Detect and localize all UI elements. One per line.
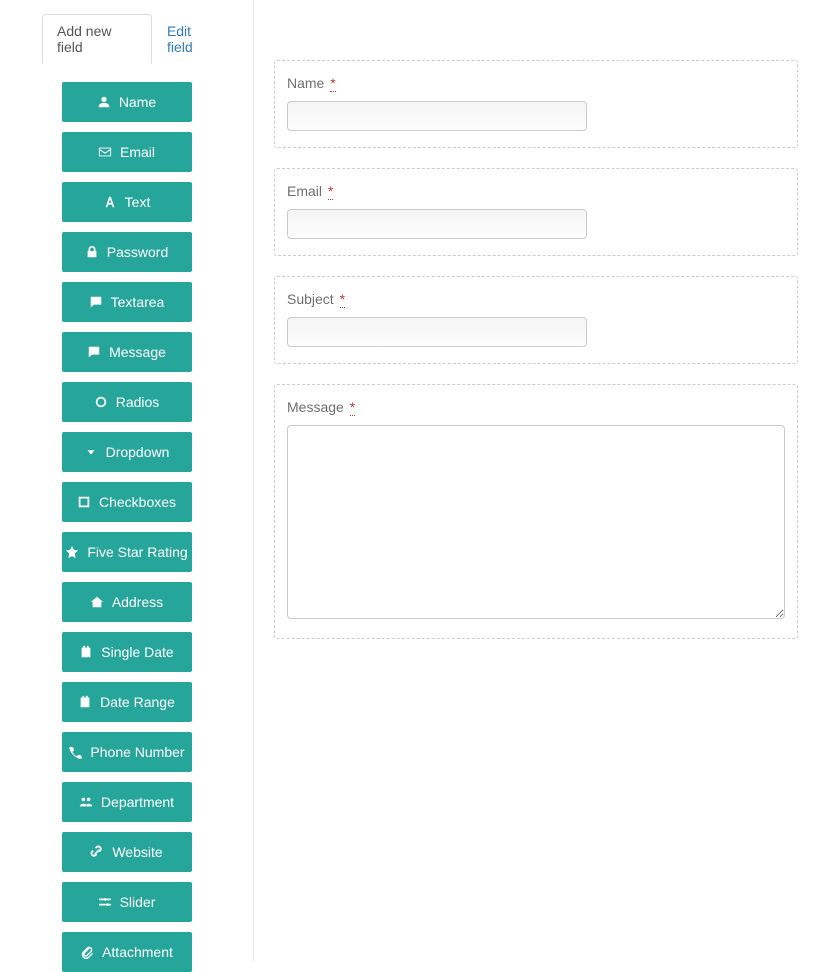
- subject-input[interactable]: [287, 317, 587, 347]
- field-type-label: Single Date: [101, 644, 173, 660]
- required-marker: *: [350, 399, 355, 416]
- font-icon: [103, 195, 117, 209]
- field-type-checkboxes[interactable]: Checkboxes: [62, 482, 192, 522]
- field-label: Message *: [287, 399, 785, 415]
- comment-icon: [89, 295, 103, 309]
- field-type-label: Address: [112, 594, 163, 610]
- label-text: Subject: [287, 291, 334, 307]
- field-type-phone-number[interactable]: Phone Number: [62, 732, 192, 772]
- tab-edit-field[interactable]: Edit field: [152, 14, 233, 64]
- required-marker: *: [328, 183, 333, 200]
- field-type-label: Name: [119, 94, 156, 110]
- field-label: Subject *: [287, 291, 785, 307]
- field-type-dropdown[interactable]: Dropdown: [62, 432, 192, 472]
- field-type-label: Radios: [116, 394, 160, 410]
- field-type-label: Slider: [120, 894, 156, 910]
- field-type-single-date[interactable]: Single Date: [62, 632, 192, 672]
- label-text: Message: [287, 399, 344, 415]
- field-type-date-range[interactable]: Date Range: [62, 682, 192, 722]
- star-icon: [65, 545, 79, 559]
- form-field-message[interactable]: Message *: [274, 384, 798, 639]
- sliders-icon: [98, 895, 112, 909]
- lock-icon: [85, 245, 99, 259]
- users-icon: [79, 795, 93, 809]
- comment-icon: [87, 345, 101, 359]
- field-type-label: Department: [101, 794, 174, 810]
- name-input[interactable]: [287, 101, 587, 131]
- field-type-website[interactable]: Website: [62, 832, 192, 872]
- field-type-label: Message: [109, 344, 166, 360]
- field-type-label: Phone Number: [90, 744, 184, 760]
- field-label: Email *: [287, 183, 785, 199]
- user-icon: [97, 95, 111, 109]
- field-type-department[interactable]: Department: [62, 782, 192, 822]
- field-type-radios[interactable]: Radios: [62, 382, 192, 422]
- sidebar: Add new field Edit field Name Email Text Pa…: [0, 0, 254, 961]
- calendar-icon: [78, 695, 92, 709]
- field-type-label: Checkboxes: [99, 494, 176, 510]
- tabs: Add new field Edit field: [42, 14, 233, 64]
- home-icon: [90, 595, 104, 609]
- field-type-label: Attachment: [102, 944, 173, 960]
- field-type-address[interactable]: Address: [62, 582, 192, 622]
- field-type-label: Date Range: [100, 694, 175, 710]
- field-type-slider[interactable]: Slider: [62, 882, 192, 922]
- envelope-icon: [98, 145, 112, 159]
- form-field-email[interactable]: Email *: [274, 168, 798, 256]
- phone-icon: [68, 745, 82, 759]
- field-type-five-star-rating[interactable]: Five Star Rating: [62, 532, 192, 572]
- square-icon: [77, 495, 91, 509]
- field-type-label: Email: [120, 144, 155, 160]
- message-textarea[interactable]: [287, 425, 785, 619]
- field-type-attachment[interactable]: Attachment: [62, 932, 192, 972]
- field-type-name[interactable]: Name: [62, 82, 192, 122]
- caret-down-icon: [84, 445, 98, 459]
- link-icon: [90, 845, 104, 859]
- email-input[interactable]: [287, 209, 587, 239]
- field-type-list: Name Email Text Password Textarea Message Radi…: [20, 82, 233, 972]
- field-type-password[interactable]: Password: [62, 232, 192, 272]
- field-type-text[interactable]: Text: [62, 182, 192, 222]
- field-type-message[interactable]: Message: [62, 332, 192, 372]
- field-type-label: Dropdown: [106, 444, 170, 460]
- field-type-label: Website: [112, 844, 162, 860]
- field-type-label: Password: [107, 244, 168, 260]
- required-marker: *: [330, 75, 335, 92]
- required-marker: *: [340, 291, 345, 308]
- form-field-name[interactable]: Name *: [274, 60, 798, 148]
- circle-icon: [94, 395, 108, 409]
- form-field-subject[interactable]: Subject *: [274, 276, 798, 364]
- field-type-email[interactable]: Email: [62, 132, 192, 172]
- calendar-icon: [79, 645, 93, 659]
- label-text: Name: [287, 75, 324, 91]
- field-type-label: Text: [125, 194, 151, 210]
- field-type-label: Five Star Rating: [87, 544, 187, 560]
- tab-add-new-field[interactable]: Add new field: [42, 14, 152, 64]
- field-label: Name *: [287, 75, 785, 91]
- form-canvas: Name * Email * Subject * Message *: [254, 0, 816, 961]
- field-type-textarea[interactable]: Textarea: [62, 282, 192, 322]
- paperclip-icon: [80, 945, 94, 959]
- field-type-label: Textarea: [111, 294, 165, 310]
- label-text: Email: [287, 183, 322, 199]
